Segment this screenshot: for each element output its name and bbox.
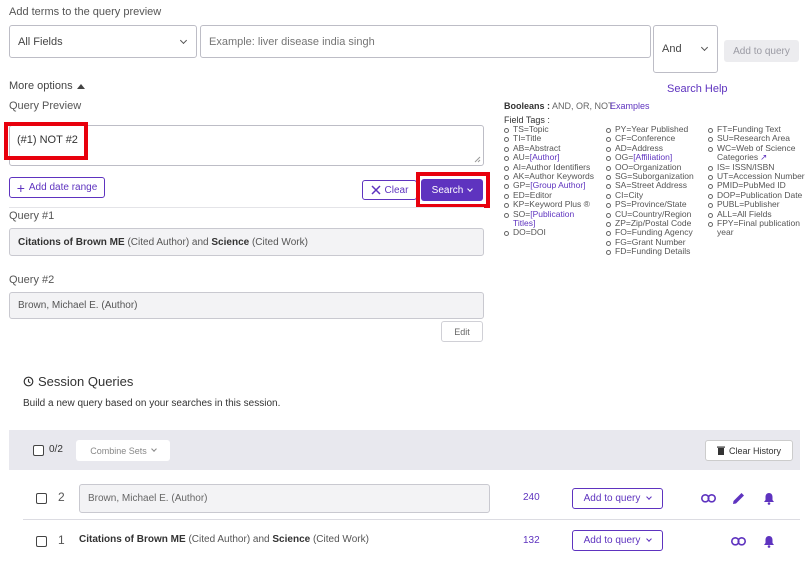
- booleans-line: Booleans : AND, OR, NOT: [504, 101, 614, 111]
- session-row: 2 Brown, Michael E. (Author) 240 Add to …: [23, 476, 800, 520]
- row-results-count[interactable]: 132: [523, 535, 540, 546]
- row-number: 2: [58, 490, 65, 504]
- query-term-bold: Science: [272, 534, 311, 545]
- alert-button[interactable]: [760, 489, 778, 507]
- caret-up-icon: [76, 83, 85, 89]
- field-tag-item: WC=Web of Science Categories ↗: [707, 142, 807, 163]
- clear-history-button[interactable]: Clear History: [705, 440, 793, 461]
- query-term: Brown, Michael E. (Author): [88, 493, 208, 504]
- add-date-range-label: Add date range: [28, 182, 98, 193]
- field-tag-text: WC=Web of Science Categories: [717, 142, 796, 163]
- highlight-box-search: [416, 172, 490, 208]
- highlight-box-query-preview: [4, 122, 88, 160]
- operator-select[interactable]: And: [653, 25, 718, 73]
- row-add-label: Add to query: [583, 535, 641, 546]
- edit-query-button[interactable]: [729, 489, 747, 507]
- pencil-icon: [732, 492, 744, 504]
- field-tag-text: DO=DOI: [513, 227, 546, 238]
- search-help-link[interactable]: Search Help: [667, 83, 728, 95]
- query-term-bold: Citations of Brown ME: [18, 236, 125, 248]
- more-options-label: More options: [9, 80, 73, 92]
- row-add-to-query-button[interactable]: Add to query: [572, 530, 663, 551]
- link-icon: [730, 536, 746, 546]
- link-icon: [700, 493, 716, 503]
- add-to-query-button[interactable]: Add to query: [724, 40, 799, 62]
- clear-history-label: Clear History: [728, 445, 781, 456]
- link-button[interactable]: [699, 490, 717, 506]
- row-number: 1: [58, 533, 65, 547]
- field-tags-column-2: PY=Year Published CF=Conference AD=Address…: [605, 124, 705, 257]
- query-preview-label: Query Preview: [9, 100, 82, 112]
- chevron-down-icon: [179, 36, 188, 44]
- field-select[interactable]: All Fields: [9, 25, 197, 58]
- query-term-bold: Citations of Brown ME: [79, 534, 186, 545]
- chevron-down-icon: [150, 446, 157, 452]
- field-select-value: All Fields: [18, 35, 63, 48]
- history-icon: [23, 376, 34, 387]
- add-date-range-button[interactable]: + Add date range: [9, 177, 105, 198]
- field-tags-column-1: TS=Topic TI=Title AB=Abstract AU=[Author] AI…: [503, 124, 595, 238]
- selected-count: 0/2: [49, 444, 63, 455]
- field-tag-text: FD=Funding Details: [615, 246, 691, 257]
- clear-button[interactable]: Clear: [362, 180, 417, 200]
- examples-link[interactable]: Examples: [610, 101, 650, 111]
- edit-button[interactable]: Edit: [441, 321, 483, 342]
- query-1-text: Citations of Brown ME (Cited Author) and…: [9, 228, 484, 256]
- field-tag-item: FPY=Final publication year: [707, 218, 807, 238]
- row-query-text: Brown, Michael E. (Author): [79, 484, 490, 513]
- query-term: (Cited Author) and: [124, 236, 212, 248]
- field-tag-text: FPY=Final publication year: [717, 218, 800, 238]
- query-term: (Cited Work): [249, 236, 308, 248]
- plus-icon: +: [16, 179, 25, 196]
- trash-icon: [716, 446, 725, 455]
- query-2-label: Query #2: [9, 274, 55, 286]
- session-queries-heading: Session Queries: [23, 374, 133, 389]
- query-term: Brown, Michael E. (Author): [18, 300, 138, 311]
- operator-value: And: [662, 43, 682, 55]
- booleans-label: Booleans :: [504, 101, 551, 111]
- link-button[interactable]: [729, 533, 747, 549]
- bell-icon: [764, 535, 774, 548]
- more-options-toggle[interactable]: More options: [9, 80, 85, 92]
- search-term-input[interactable]: [200, 25, 651, 58]
- field-tags-column-3: FT=Funding Text SU=Research Area WC=Web of…: [707, 124, 807, 238]
- query-term-bold: Science: [211, 236, 250, 248]
- row-checkbox[interactable]: [36, 493, 47, 504]
- clear-label: Clear: [384, 184, 409, 196]
- field-tag-item: DO=DOI: [503, 228, 595, 237]
- row-checkbox[interactable]: [36, 536, 47, 547]
- session-queries-title: Session Queries: [38, 374, 134, 389]
- row-results-count[interactable]: 240: [523, 492, 540, 503]
- field-tag-item[interactable]: SO=[Publication Titles]: [503, 209, 595, 229]
- close-icon: [371, 185, 381, 195]
- select-all-checkbox[interactable]: [33, 445, 44, 456]
- session-toolbar: 0/2 Combine Sets Clear History: [9, 430, 800, 470]
- query-term: (Cited Work): [310, 534, 369, 545]
- combine-sets-label: Combine Sets: [90, 445, 147, 456]
- bell-icon: [764, 492, 774, 505]
- chevron-down-icon: [700, 43, 709, 52]
- divider: [9, 207, 484, 208]
- combine-sets-button[interactable]: Combine Sets: [76, 440, 170, 461]
- query-2-text: Brown, Michael E. (Author): [9, 292, 484, 319]
- chevron-down-icon: [646, 494, 653, 500]
- booleans-values: AND, OR, NOT: [552, 101, 614, 111]
- field-tag-item: FD=Funding Details: [605, 247, 705, 256]
- add-terms-label: Add terms to the query preview: [9, 6, 162, 18]
- query-term: (Cited Author) and: [185, 534, 273, 545]
- resize-handle-icon: [474, 156, 481, 163]
- session-row: 1 Citations of Brown ME (Cited Author) a…: [23, 521, 800, 561]
- row-add-to-query-button[interactable]: Add to query: [572, 488, 663, 509]
- row-query-text: Citations of Brown ME (Cited Author) and…: [79, 534, 369, 545]
- query-1-label: Query #1: [9, 210, 55, 222]
- row-add-label: Add to query: [583, 493, 641, 504]
- chevron-down-icon: [646, 536, 653, 542]
- alert-button[interactable]: [760, 532, 778, 550]
- session-subtitle: Build a new query based on your searches…: [23, 398, 281, 409]
